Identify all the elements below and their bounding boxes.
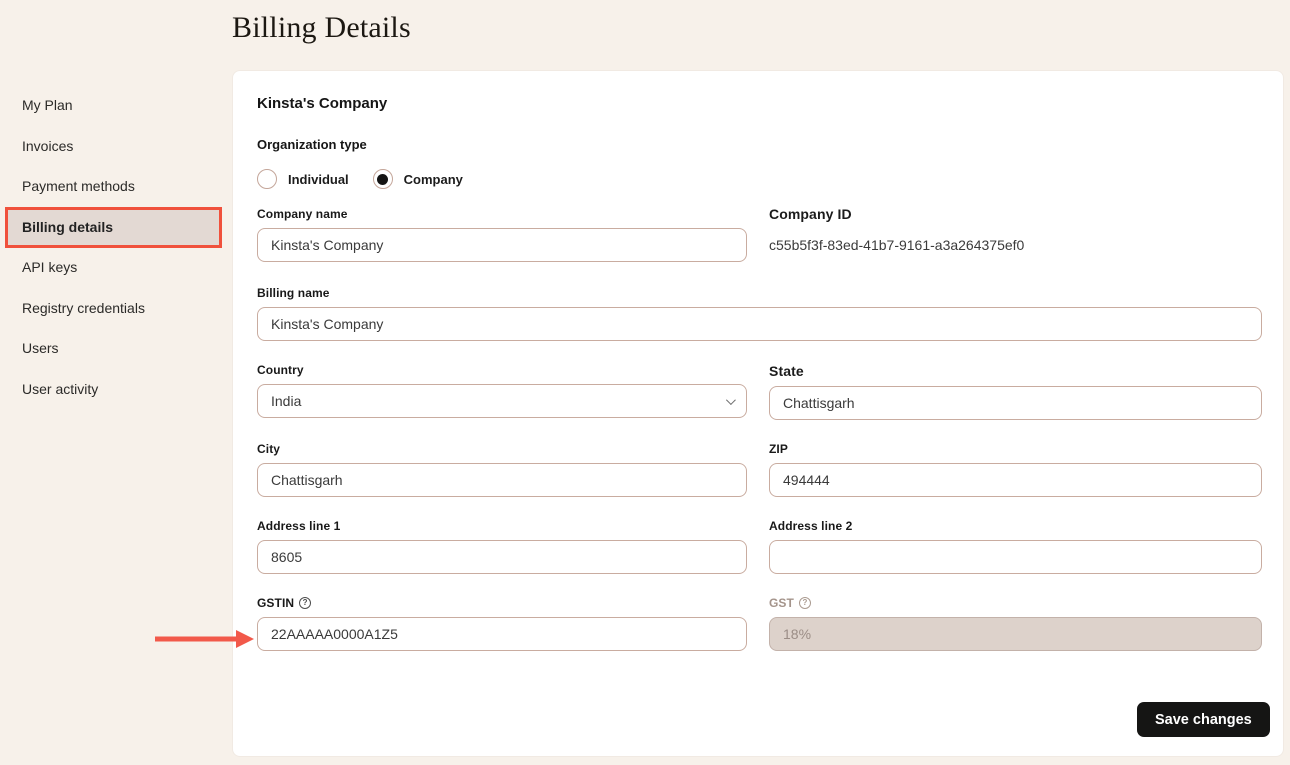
country-label: Country	[257, 363, 747, 377]
chevron-down-icon	[726, 395, 736, 405]
save-changes-button[interactable]: Save changes	[1137, 702, 1270, 737]
state-label: State	[769, 363, 1262, 379]
company-id-value: c55b5f3f-83ed-41b7-9161-a3a264375ef0	[769, 237, 1262, 253]
gst-input	[769, 617, 1262, 651]
company-id-label: Company ID	[769, 206, 1262, 222]
billing-name-group: Billing name	[257, 286, 1262, 341]
gstin-help-icon[interactable]: ?	[299, 597, 311, 609]
radio-individual-circle[interactable]	[257, 169, 277, 189]
city-input[interactable]	[257, 463, 747, 497]
country-selected-value: India	[271, 393, 301, 409]
company-name-input[interactable]	[257, 228, 747, 262]
sidebar-item-users[interactable]: Users	[7, 328, 222, 369]
sidebar-item-registry-credentials[interactable]: Registry credentials	[7, 288, 222, 329]
gst-group: GST?	[769, 596, 1262, 651]
radio-company-circle[interactable]	[373, 169, 393, 189]
country-select[interactable]: India	[257, 384, 747, 418]
state-input[interactable]	[769, 386, 1262, 420]
company-heading: Kinsta's Company	[257, 95, 387, 112]
gstin-group: GSTIN?	[257, 596, 747, 651]
company-name-group: Company name	[257, 207, 747, 262]
billing-details-card: Kinsta's Company Organization type Indiv…	[232, 70, 1284, 757]
sidebar-item-billing-details[interactable]: Billing details	[7, 207, 222, 248]
radio-company[interactable]: Company	[373, 169, 463, 189]
gstin-input[interactable]	[257, 617, 747, 651]
address2-label: Address line 2	[769, 519, 1262, 533]
company-name-label: Company name	[257, 207, 747, 221]
gst-help-icon[interactable]: ?	[799, 597, 811, 609]
address1-label: Address line 1	[257, 519, 747, 533]
radio-company-label: Company	[404, 172, 463, 187]
city-label: City	[257, 442, 747, 456]
sidebar-nav: My Plan Invoices Payment methods Billing…	[7, 85, 222, 409]
company-id-group: Company ID c55b5f3f-83ed-41b7-9161-a3a26…	[769, 206, 1262, 253]
sidebar-item-my-plan[interactable]: My Plan	[7, 85, 222, 126]
address1-group: Address line 1	[257, 519, 747, 574]
billing-name-label: Billing name	[257, 286, 1262, 300]
address1-input[interactable]	[257, 540, 747, 574]
address2-input[interactable]	[769, 540, 1262, 574]
page-title: Billing Details	[232, 11, 411, 45]
gst-label: GST?	[769, 596, 1262, 610]
radio-individual-label: Individual	[288, 172, 349, 187]
billing-details-page: Billing Details My Plan Invoices Payment…	[0, 0, 1290, 765]
radio-individual[interactable]: Individual	[257, 169, 349, 189]
zip-group: ZIP	[769, 442, 1262, 497]
country-group: Country India	[257, 363, 747, 418]
zip-input[interactable]	[769, 463, 1262, 497]
billing-name-input[interactable]	[257, 307, 1262, 341]
sidebar-item-invoices[interactable]: Invoices	[7, 126, 222, 167]
state-group: State	[769, 363, 1262, 420]
address2-group: Address line 2	[769, 519, 1262, 574]
gstin-label: GSTIN?	[257, 596, 747, 610]
organization-type-label: Organization type	[257, 137, 367, 152]
organization-type-radio-group: Individual Company	[257, 169, 475, 189]
zip-label: ZIP	[769, 442, 1262, 456]
sidebar-item-payment-methods[interactable]: Payment methods	[7, 166, 222, 207]
city-group: City	[257, 442, 747, 497]
sidebar-item-api-keys[interactable]: API keys	[7, 247, 222, 288]
sidebar-item-user-activity[interactable]: User activity	[7, 369, 222, 410]
